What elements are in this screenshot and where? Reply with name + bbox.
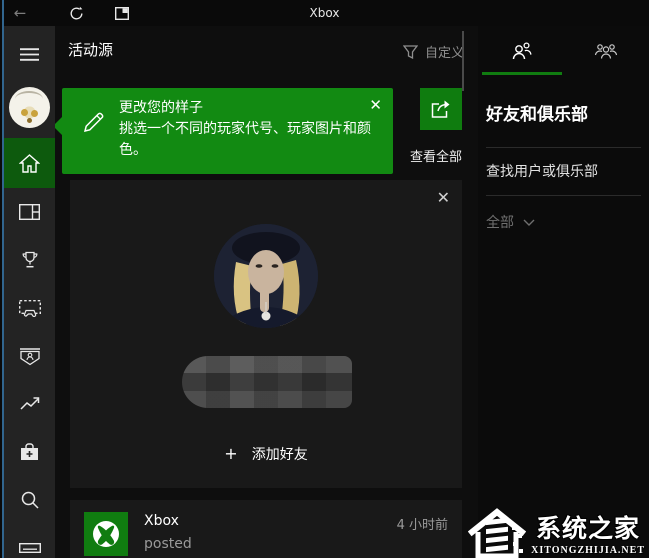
share-button[interactable] <box>420 88 462 130</box>
home-icon <box>19 154 40 173</box>
sidebar-item-clubs[interactable] <box>4 332 55 380</box>
friends-panel-tabs <box>478 26 649 75</box>
tooltip-body: 挑选一个不同的玩家代号、玩家图片和颜色。 <box>119 119 371 161</box>
change-look-tooltip: 更改您的样子 挑选一个不同的玩家代号、玩家图片和颜色。 ✕ <box>62 88 393 174</box>
sidebar-item-store[interactable] <box>4 428 55 476</box>
gamer-picture <box>214 224 318 328</box>
friend-suggestion-card: ✕ + 添加好友 <box>70 180 462 488</box>
library-icon <box>19 204 40 220</box>
titlebar: ← Xbox <box>0 0 649 26</box>
trophy-icon <box>21 251 39 269</box>
watermark: 系统之家 XITONGZHIJIA.NET <box>468 506 645 558</box>
watermark-house-icon <box>468 506 526 558</box>
post-timestamp: 4 小时前 <box>397 514 448 533</box>
hamburger-icon <box>20 48 39 61</box>
window-left-edge <box>0 0 4 558</box>
friends-panel-heading: 好友和俱乐部 <box>486 100 588 125</box>
filter-label: 全部 <box>486 212 514 232</box>
game-dvr-icon <box>19 300 41 317</box>
see-all-link[interactable]: 查看全部 <box>410 146 462 165</box>
tab-clubs[interactable] <box>564 26 649 75</box>
scrollbar-thumb[interactable] <box>462 31 464 91</box>
search-icon <box>21 491 39 509</box>
friends-filter-dropdown[interactable]: 全部 <box>486 212 535 232</box>
friends-panel: 好友和俱乐部 全部 <box>478 26 649 558</box>
share-icon <box>430 99 452 119</box>
customize-label: 自定义 <box>425 42 464 61</box>
customize-button[interactable]: 自定义 <box>403 42 464 61</box>
tooltip-text: 更改您的样子 挑选一个不同的玩家代号、玩家图片和颜色。 <box>119 98 371 161</box>
pencil-icon <box>81 111 105 135</box>
activity-feed: 活动源 自定义 更改您的样子 挑选一个不同的玩家代号、玩家图片和颜色。 ✕ 查看… <box>55 26 478 558</box>
tooltip-title: 更改您的样子 <box>119 98 371 119</box>
sidebar-item-trending[interactable] <box>4 380 55 428</box>
gamertag-blurred <box>182 356 352 408</box>
sidebar <box>4 26 55 558</box>
chevron-down-icon <box>523 219 535 226</box>
sidebar-item-achievements[interactable] <box>4 236 55 284</box>
add-friend-button[interactable]: + 添加好友 <box>70 444 462 464</box>
post-action: posted <box>144 536 192 552</box>
friends-icon <box>509 41 533 61</box>
watermark-title: 系统之家 <box>536 509 640 545</box>
feed-title: 活动源 <box>68 39 113 60</box>
sidebar-nav <box>4 138 55 558</box>
watermark-domain: XITONGZHIJIA.NET <box>531 545 645 556</box>
sidebar-avatar[interactable] <box>9 87 50 128</box>
card-close-button[interactable]: ✕ <box>437 188 450 207</box>
plus-icon: + <box>224 444 237 463</box>
filter-funnel-icon <box>403 45 418 59</box>
store-icon <box>20 443 39 461</box>
post-author: Xbox <box>144 513 179 529</box>
friends-search-input[interactable] <box>486 148 641 195</box>
sidebar-item-library[interactable] <box>4 188 55 236</box>
add-friend-label: 添加好友 <box>252 447 308 463</box>
tooltip-close-button[interactable]: ✕ <box>369 96 382 114</box>
tab-friends[interactable] <box>478 26 564 75</box>
friends-search-field[interactable] <box>486 147 641 196</box>
console-icon <box>19 543 41 553</box>
xbox-logo-icon <box>84 512 128 556</box>
clubs-icon <box>594 42 618 60</box>
active-tab-underline <box>482 72 562 75</box>
window-title: Xbox <box>0 6 649 20</box>
menu-button[interactable] <box>4 36 55 72</box>
trending-icon <box>20 397 40 411</box>
sidebar-item-captures[interactable] <box>4 284 55 332</box>
sidebar-item-console[interactable] <box>4 524 55 558</box>
feed-post[interactable]: Xbox posted 4 小时前 <box>70 500 462 558</box>
sidebar-item-home[interactable] <box>4 138 55 188</box>
clubs-pennant-icon <box>20 347 40 366</box>
sidebar-item-search[interactable] <box>4 476 55 524</box>
